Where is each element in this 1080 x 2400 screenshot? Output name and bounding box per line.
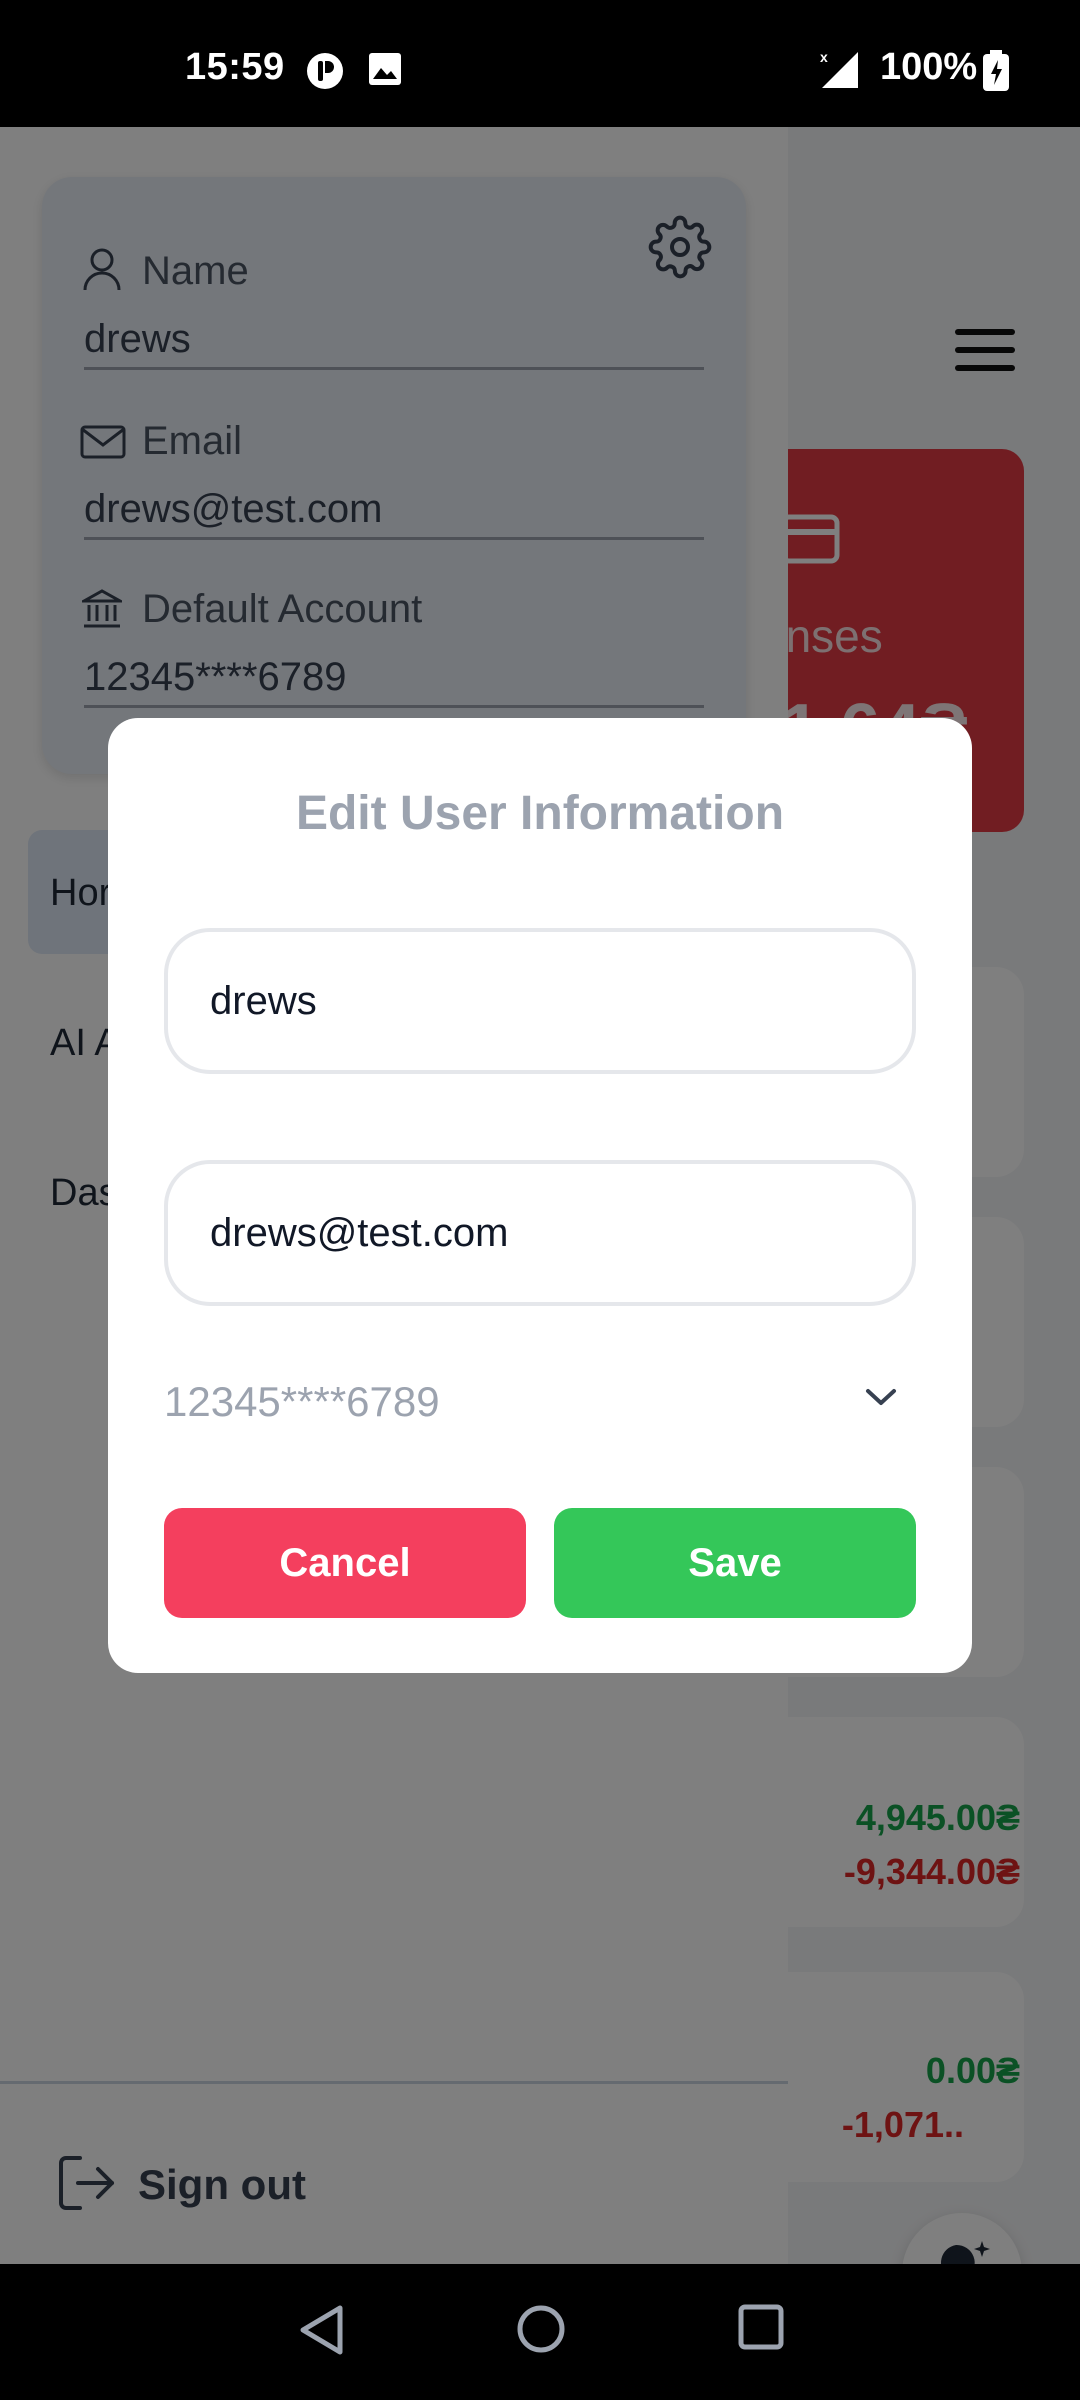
system-navigation-bar <box>0 2264 1080 2400</box>
app-notification-icon <box>306 52 344 95</box>
battery-charging-icon <box>982 50 1010 97</box>
status-bar: 15:59 x 100% <box>0 0 1080 127</box>
status-time: 15:59 <box>185 46 285 88</box>
cancel-button[interactable]: Cancel <box>164 1508 526 1618</box>
back-icon[interactable] <box>298 2304 344 2361</box>
home-icon[interactable] <box>516 2304 566 2359</box>
default-account-select[interactable]: 12345****6789 <box>164 1358 916 1448</box>
recents-icon[interactable] <box>738 2304 784 2355</box>
email-input[interactable] <box>164 1160 916 1306</box>
battery-percentage: 100% <box>880 46 978 88</box>
svg-text:x: x <box>820 49 828 65</box>
chevron-down-icon <box>864 1386 898 1413</box>
name-input[interactable] <box>164 928 916 1074</box>
signal-icon: x <box>818 48 860 95</box>
gallery-icon <box>368 52 402 91</box>
dialog-title: Edit User Information <box>295 787 785 840</box>
select-value: 12345****6789 <box>164 1378 440 1425</box>
edit-user-dialog: Edit User Information 12345****6789 Canc… <box>108 718 972 1673</box>
save-button[interactable]: Save <box>554 1508 916 1618</box>
